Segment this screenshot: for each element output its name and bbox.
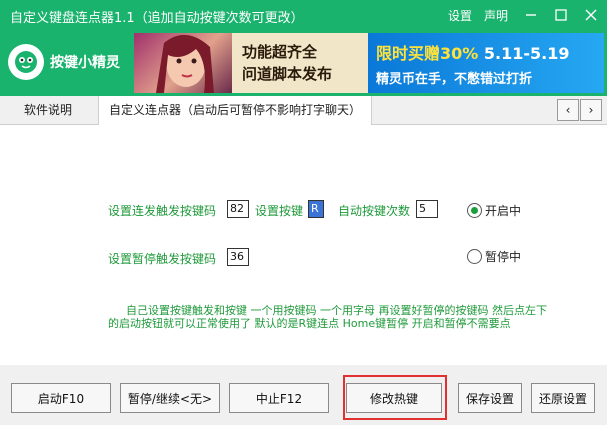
title-bar: 自定义键盘连点器1.1（追加自动按键次数可更改） 设置 声明 (0, 0, 607, 30)
tab-custom-clicker[interactable]: 自定义连点器（启动后可暂停不影响打字聊天） (98, 96, 373, 125)
tab-scroll-right-button[interactable]: › (580, 99, 602, 121)
hotkey-highlight-box (343, 375, 447, 420)
slogan-line-1: 功能超齐全 (242, 43, 318, 61)
radio-enabled[interactable]: 开启中 (467, 202, 521, 219)
pause-continue-button[interactable]: 暂停/继续<无> (120, 383, 220, 413)
tab-software-info[interactable]: 软件说明 (14, 96, 82, 124)
chevron-right-icon: › (588, 103, 594, 117)
promo-line-1: 限时买赠30% 5.11-5.19 (376, 40, 604, 64)
radio-checked-icon (467, 203, 482, 218)
count-input[interactable]: 5 (416, 200, 438, 218)
minimize-icon (526, 14, 536, 16)
restore-settings-button[interactable]: 还原设置 (531, 383, 595, 413)
key-label: 设置按键 (255, 204, 304, 218)
start-button[interactable]: 启动F10 (11, 383, 111, 413)
tab-bar: 软件说明 自定义连点器（启动后可暂停不影响打字聊天） (0, 96, 607, 125)
banner-slogan: 功能超齐全 问道脚本发布 (232, 33, 368, 93)
ad-banner[interactable]: 功能超齐全 问道脚本发布 限时买赠30% 5.11-5.19 精灵币在手，不憋错… (134, 33, 604, 93)
chevron-left-icon: ‹ (565, 103, 571, 117)
close-icon (585, 9, 597, 21)
trigger-code-label: 设置连发触发按键码 (108, 204, 217, 218)
radio-unchecked-icon (467, 249, 482, 264)
app-logo: 按键小精灵 (8, 44, 120, 80)
pause-code-label: 设置暂停触发按键码 (108, 252, 217, 266)
maximize-icon (555, 9, 567, 21)
tab-scroll-left-button[interactable]: ‹ (557, 99, 579, 121)
close-button[interactable] (576, 0, 606, 30)
count-label: 自动按键次数 (338, 204, 411, 218)
slogan-line-2: 问道脚本发布 (242, 65, 333, 83)
radio-paused[interactable]: 暂停中 (467, 248, 521, 265)
sprite-logo-icon (8, 44, 44, 80)
stop-button[interactable]: 中止F12 (229, 383, 329, 413)
radio-paused-label: 暂停中 (485, 250, 522, 264)
statement-link[interactable]: 声明 (484, 7, 508, 24)
trigger-code-input[interactable]: 82 (227, 200, 249, 218)
promo-line-2: 精灵币在手，不憋错过打折 (376, 71, 533, 87)
minimize-button[interactable] (516, 0, 546, 30)
promo-dates: 5.11-5.19 (483, 43, 570, 63)
instructions-text: 自己设置按键触发和按键 一个用按键码 一个用字母 再设置好暂停的按键码 然后点左… (108, 304, 547, 330)
save-settings-button[interactable]: 保存设置 (458, 383, 522, 413)
key-input[interactable]: R (308, 200, 324, 218)
promo-percent: 30% (440, 43, 479, 63)
pause-code-input[interactable]: 36 (227, 248, 249, 266)
banner-promo: 限时买赠30% 5.11-5.19 精灵币在手，不憋错过打折 (368, 33, 604, 93)
settings-link[interactable]: 设置 (448, 7, 472, 24)
window-title: 自定义键盘连点器1.1（追加自动按键次数可更改） (10, 11, 304, 26)
banner-character-image (134, 33, 232, 93)
promo-tag: 限时买赠 (376, 43, 441, 63)
maximize-button[interactable] (546, 0, 576, 30)
app-name: 按键小精灵 (50, 55, 120, 71)
radio-enabled-label: 开启中 (485, 204, 522, 218)
